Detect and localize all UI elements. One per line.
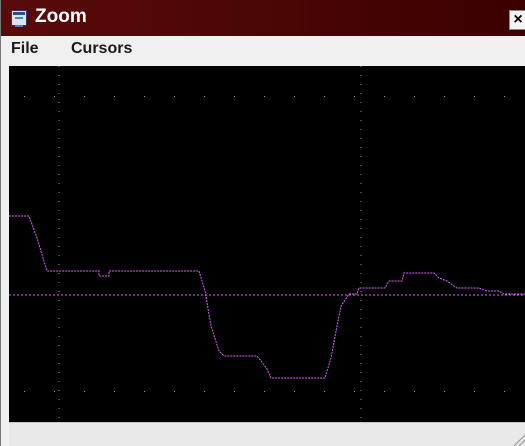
grid-dot [474,391,475,392]
zoom-app-icon[interactable] [11,10,27,27]
grid-dot [384,391,385,392]
menu-bar: File Cursors [1,36,525,66]
grid-dot [294,391,295,392]
grid-dot [264,96,265,97]
grid-dot [414,96,415,97]
grid-dot [24,96,25,97]
grid-dot [54,96,55,97]
status-bar [9,422,525,446]
grid-dot [144,96,145,97]
grid-dot [114,391,115,392]
zoom-window: Zoom × File Cursors [0,0,525,446]
grid-dot [504,96,505,97]
grid-dot [504,391,505,392]
title-bar[interactable]: Zoom × [1,0,525,36]
grid-dot [54,391,55,392]
window-title: Zoom [35,6,87,27]
grid-dot [24,391,25,392]
close-icon: × [513,11,523,28]
grid-dot [174,391,175,392]
grid-vertical-lines [58,66,362,422]
grid-dot [264,391,265,392]
close-button[interactable]: × [509,10,525,30]
grid-dot [294,96,295,97]
grid-dot [444,391,445,392]
grid-dot [324,391,325,392]
size-grip-icon[interactable] [512,432,525,446]
grid-dot [144,391,145,392]
menu-file[interactable]: File [11,40,39,58]
grid-dot [234,391,235,392]
grid-dot [84,96,85,97]
grid-dots [24,96,505,392]
grid-dot [174,96,175,97]
waveform-plot[interactable] [9,66,525,422]
grid-dot [324,96,325,97]
waveform-canvas [9,66,525,422]
grid-dot [114,96,115,97]
menu-cursors[interactable]: Cursors [71,40,132,58]
grid-dot [84,391,85,392]
grid-dot [444,96,445,97]
grid-dot [204,391,205,392]
grid-dot [204,96,205,97]
grid-dot [474,96,475,97]
grid-dot [414,391,415,392]
grid-dot [234,96,235,97]
grid-dot [354,96,355,97]
grid-dot [354,391,355,392]
grid-dot [384,96,385,97]
signal-trace [9,215,525,379]
